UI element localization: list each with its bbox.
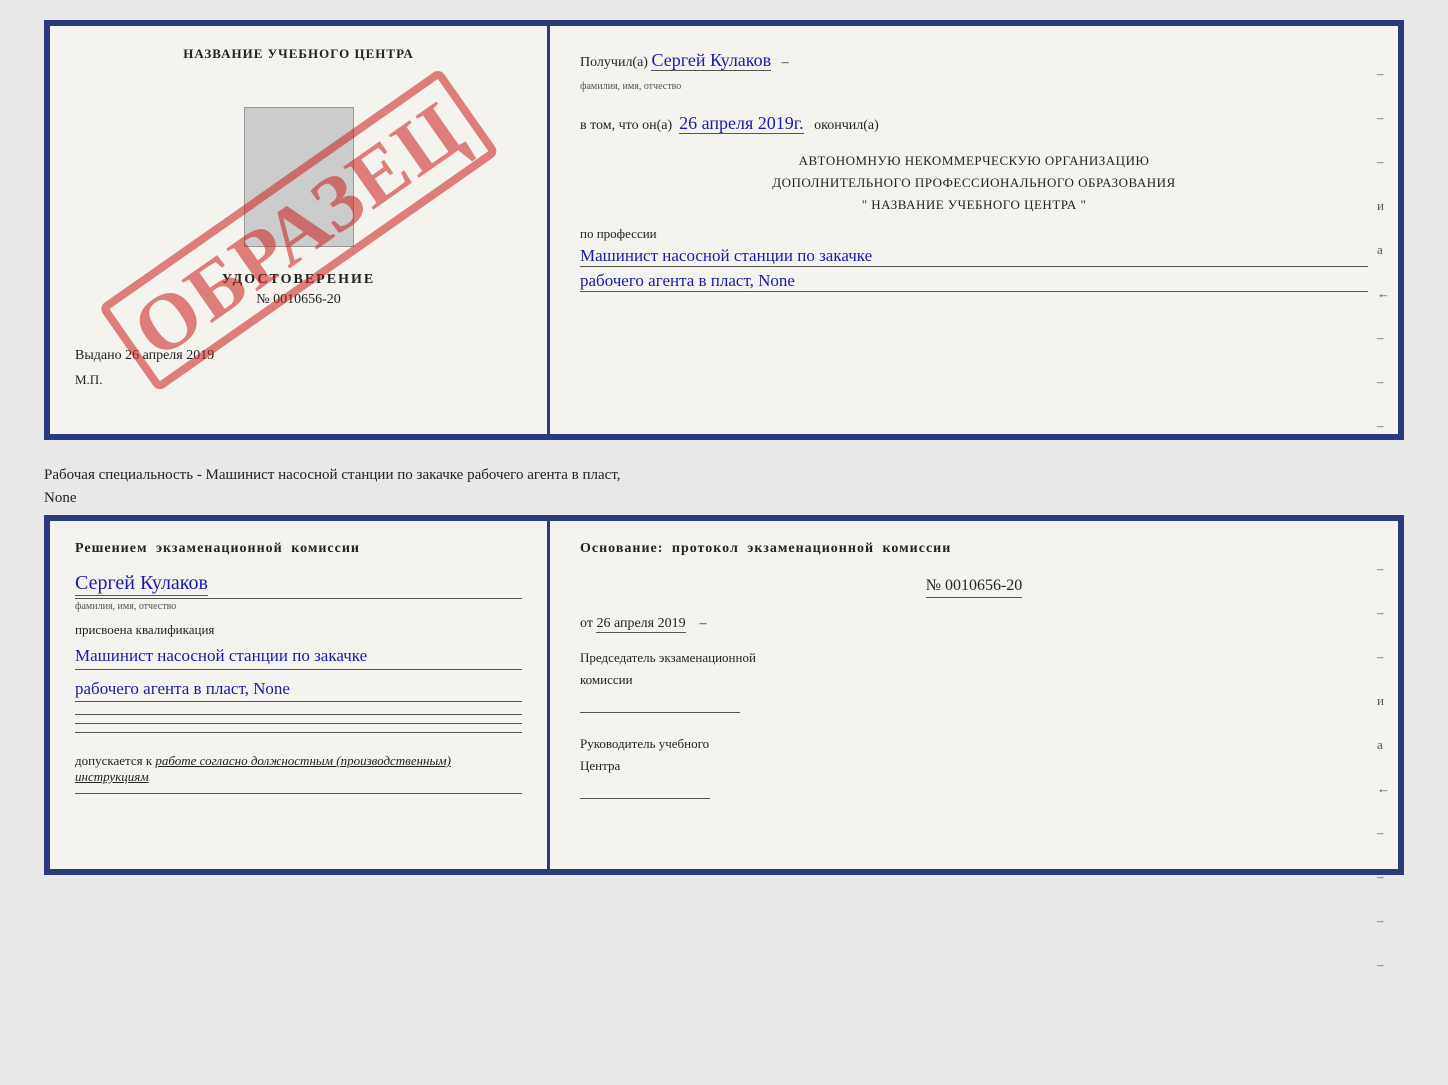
mp-line: М.П. <box>75 372 102 388</box>
bdash-7: – <box>1377 957 1390 973</box>
poluchil-value: Сергей Кулаков <box>651 50 771 71</box>
date-line: от 26 апреля 2019 – <box>580 616 1368 632</box>
dopuskaetsya-block: допускается к работе согласно должностны… <box>75 753 522 785</box>
org-line1: АВТОНОМНУЮ НЕКОММЕРЧЕСКУЮ ОРГАНИЗАЦИЮ <box>580 150 1368 172</box>
top-doc-left: НАЗВАНИЕ УЧЕБНОГО ЦЕНТРА ОБРАЗЕЦ УДОСТОВ… <box>50 26 550 434</box>
bdash-2: – <box>1377 605 1390 621</box>
photo-placeholder <box>244 107 354 247</box>
bdash-5: – <box>1377 869 1390 885</box>
date-prefix: от <box>580 616 593 631</box>
middle-line2: None <box>44 487 1404 510</box>
komissia-title: Решением экзаменационной комиссии <box>75 541 522 557</box>
bdash-i: и <box>1377 693 1390 709</box>
bdash-1: – <box>1377 561 1390 577</box>
profession-line2: рабочего агента в пласт, None <box>580 271 1368 292</box>
udostoverenie-block: УДОСТОВЕРЕНИЕ № 0010656-20 <box>222 272 375 308</box>
vtom-value: 26 апреля 2019г. <box>679 113 804 134</box>
dash-5: – <box>1377 374 1390 390</box>
name-value: Сергей Кулаков <box>75 572 208 596</box>
middle-text-block: Рабочая специальность - Машинист насосно… <box>44 458 1404 515</box>
poluchil-line: Получил(а) Сергей Кулаков – фамилия, имя… <box>580 46 1368 97</box>
dopuskaetsya-prefix: допускается к <box>75 753 152 768</box>
dash-a: а <box>1377 242 1390 258</box>
vtom-label: в том, что он(а) <box>580 118 672 133</box>
dash-2: – <box>1377 110 1390 126</box>
date-value: 26 апреля 2019 <box>596 616 685 633</box>
name-block: Сергей Кулаков фамилия, имя, отчество <box>75 572 522 612</box>
protocol-number: № 0010656-20 <box>926 577 1023 598</box>
top-center-name: НАЗВАНИЕ УЧЕБНОГО ЦЕНТРА <box>183 46 414 62</box>
dash-1: – <box>1377 66 1390 82</box>
profession-line1: Машинист насосной станции по закачке <box>580 246 1368 267</box>
right-dashes: – – – и а ← – – – <box>1377 66 1390 434</box>
poluchil-label: Получил(а) <box>580 55 648 70</box>
top-document: НАЗВАНИЕ УЧЕБНОГО ЦЕНТРА ОБРАЗЕЦ УДОСТОВ… <box>44 20 1404 440</box>
udostoverenie-title: УДОСТОВЕРЕНИЕ <box>222 272 375 288</box>
vtom-line: в том, что он(а) 26 апреля 2019г. окончи… <box>580 109 1368 138</box>
org-line3: " НАЗВАНИЕ УЧЕБНОГО ЦЕНТРА " <box>580 194 1368 216</box>
predsedatel-line2: комиссии <box>580 669 1368 691</box>
okonchil-label: окончил(а) <box>814 118 879 133</box>
bottom-document: Решением экзаменационной комиссии Сергей… <box>44 515 1404 875</box>
bottom-doc-right: – – – и а ← – – – – Основание: протокол … <box>550 521 1398 869</box>
bdash-6: – <box>1377 913 1390 929</box>
qualification-line1: Машинист насосной станции по закачке <box>75 643 522 670</box>
bdash-3: – <box>1377 649 1390 665</box>
prisvoena-text: присвоена квалификация <box>75 622 522 638</box>
dash-3: – <box>1377 154 1390 170</box>
osnovanie-title: Основание: протокол экзаменационной коми… <box>580 541 1368 557</box>
vydano-line: Выдано 26 апреля 2019 <box>75 348 214 364</box>
familiya-hint-top: фамилия, имя, отчество <box>580 81 681 92</box>
org-block: АВТОНОМНУЮ НЕКОММЕРЧЕСКУЮ ОРГАНИЗАЦИЮ ДО… <box>580 150 1368 216</box>
po-professii: по профессии Машинист насосной станции п… <box>580 226 1368 292</box>
udostoverenie-number: № 0010656-20 <box>222 292 375 308</box>
bottom-doc-left: Решением экзаменационной комиссии Сергей… <box>50 521 550 869</box>
org-line2: ДОПОЛНИТЕЛЬНОГО ПРОФЕССИОНАЛЬНОГО ОБРАЗО… <box>580 172 1368 194</box>
middle-line1: Рабочая специальность - Машинист насосно… <box>44 464 1404 487</box>
bdash-4: – <box>1377 825 1390 841</box>
dash-4: – <box>1377 330 1390 346</box>
rukovoditel-block: Руководитель учебного Центра <box>580 733 1368 799</box>
rukovoditel-line1: Руководитель учебного <box>580 733 1368 755</box>
top-doc-right: – – – и а ← – – – Получил(а) Сергей Кула… <box>550 26 1398 434</box>
qualification-line2: рабочего агента в пласт, None <box>75 676 522 703</box>
predsedatel-line1: Председатель экзаменационной <box>580 647 1368 669</box>
predsedatel-block: Председатель экзаменационной комиссии <box>580 647 1368 713</box>
bdash-arrow: ← <box>1377 781 1390 797</box>
rukovoditel-line2: Центра <box>580 755 1368 777</box>
dash-6: – <box>1377 418 1390 434</box>
familiya-hint-bottom: фамилия, имя, отчество <box>75 598 522 612</box>
dash-arrow: ← <box>1377 286 1390 302</box>
right-dashes-bottom: – – – и а ← – – – – <box>1377 561 1390 973</box>
dash-i: и <box>1377 198 1390 214</box>
bdash-a: а <box>1377 737 1390 753</box>
